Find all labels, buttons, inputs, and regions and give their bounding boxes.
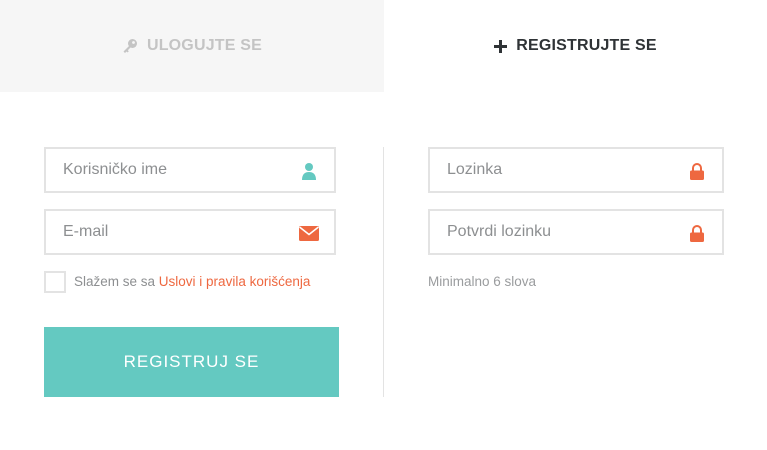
password-field (428, 147, 724, 193)
tab-register[interactable]: REGISTRUJTE SE (384, 0, 767, 92)
terms-link[interactable]: Uslovi i pravila korišćenja (159, 274, 311, 289)
lock-icon (686, 161, 708, 181)
terms-prefix: Slažem se sa (74, 274, 159, 289)
user-icon (298, 161, 320, 181)
confirm-password-input[interactable] (430, 211, 677, 253)
tab-login[interactable]: ULOGUJTE SE (0, 0, 384, 92)
column-divider (383, 147, 384, 397)
terms-checkbox[interactable] (44, 271, 66, 293)
tab-login-label: ULOGUJTE SE (146, 37, 263, 54)
password-hint: Minimalno 6 slova (428, 274, 537, 289)
tab-register-label: REGISTRUJTE SE (516, 37, 657, 54)
envelope-icon (298, 223, 320, 243)
key-icon (122, 38, 138, 54)
username-input[interactable] (46, 149, 293, 191)
confirm-password-field (428, 209, 724, 255)
username-field (44, 147, 336, 193)
register-button[interactable]: REGISTRUJ SE (44, 327, 339, 397)
plus-icon (494, 39, 508, 53)
auth-tabs: ULOGUJTE SE REGISTRUJTE SE (0, 0, 767, 92)
terms-label: Slažem se sa Uslovi i pravila korišćenja (74, 274, 310, 289)
email-input[interactable] (46, 211, 293, 253)
lock-icon (686, 223, 708, 243)
email-field (44, 209, 336, 255)
password-input[interactable] (430, 149, 677, 191)
